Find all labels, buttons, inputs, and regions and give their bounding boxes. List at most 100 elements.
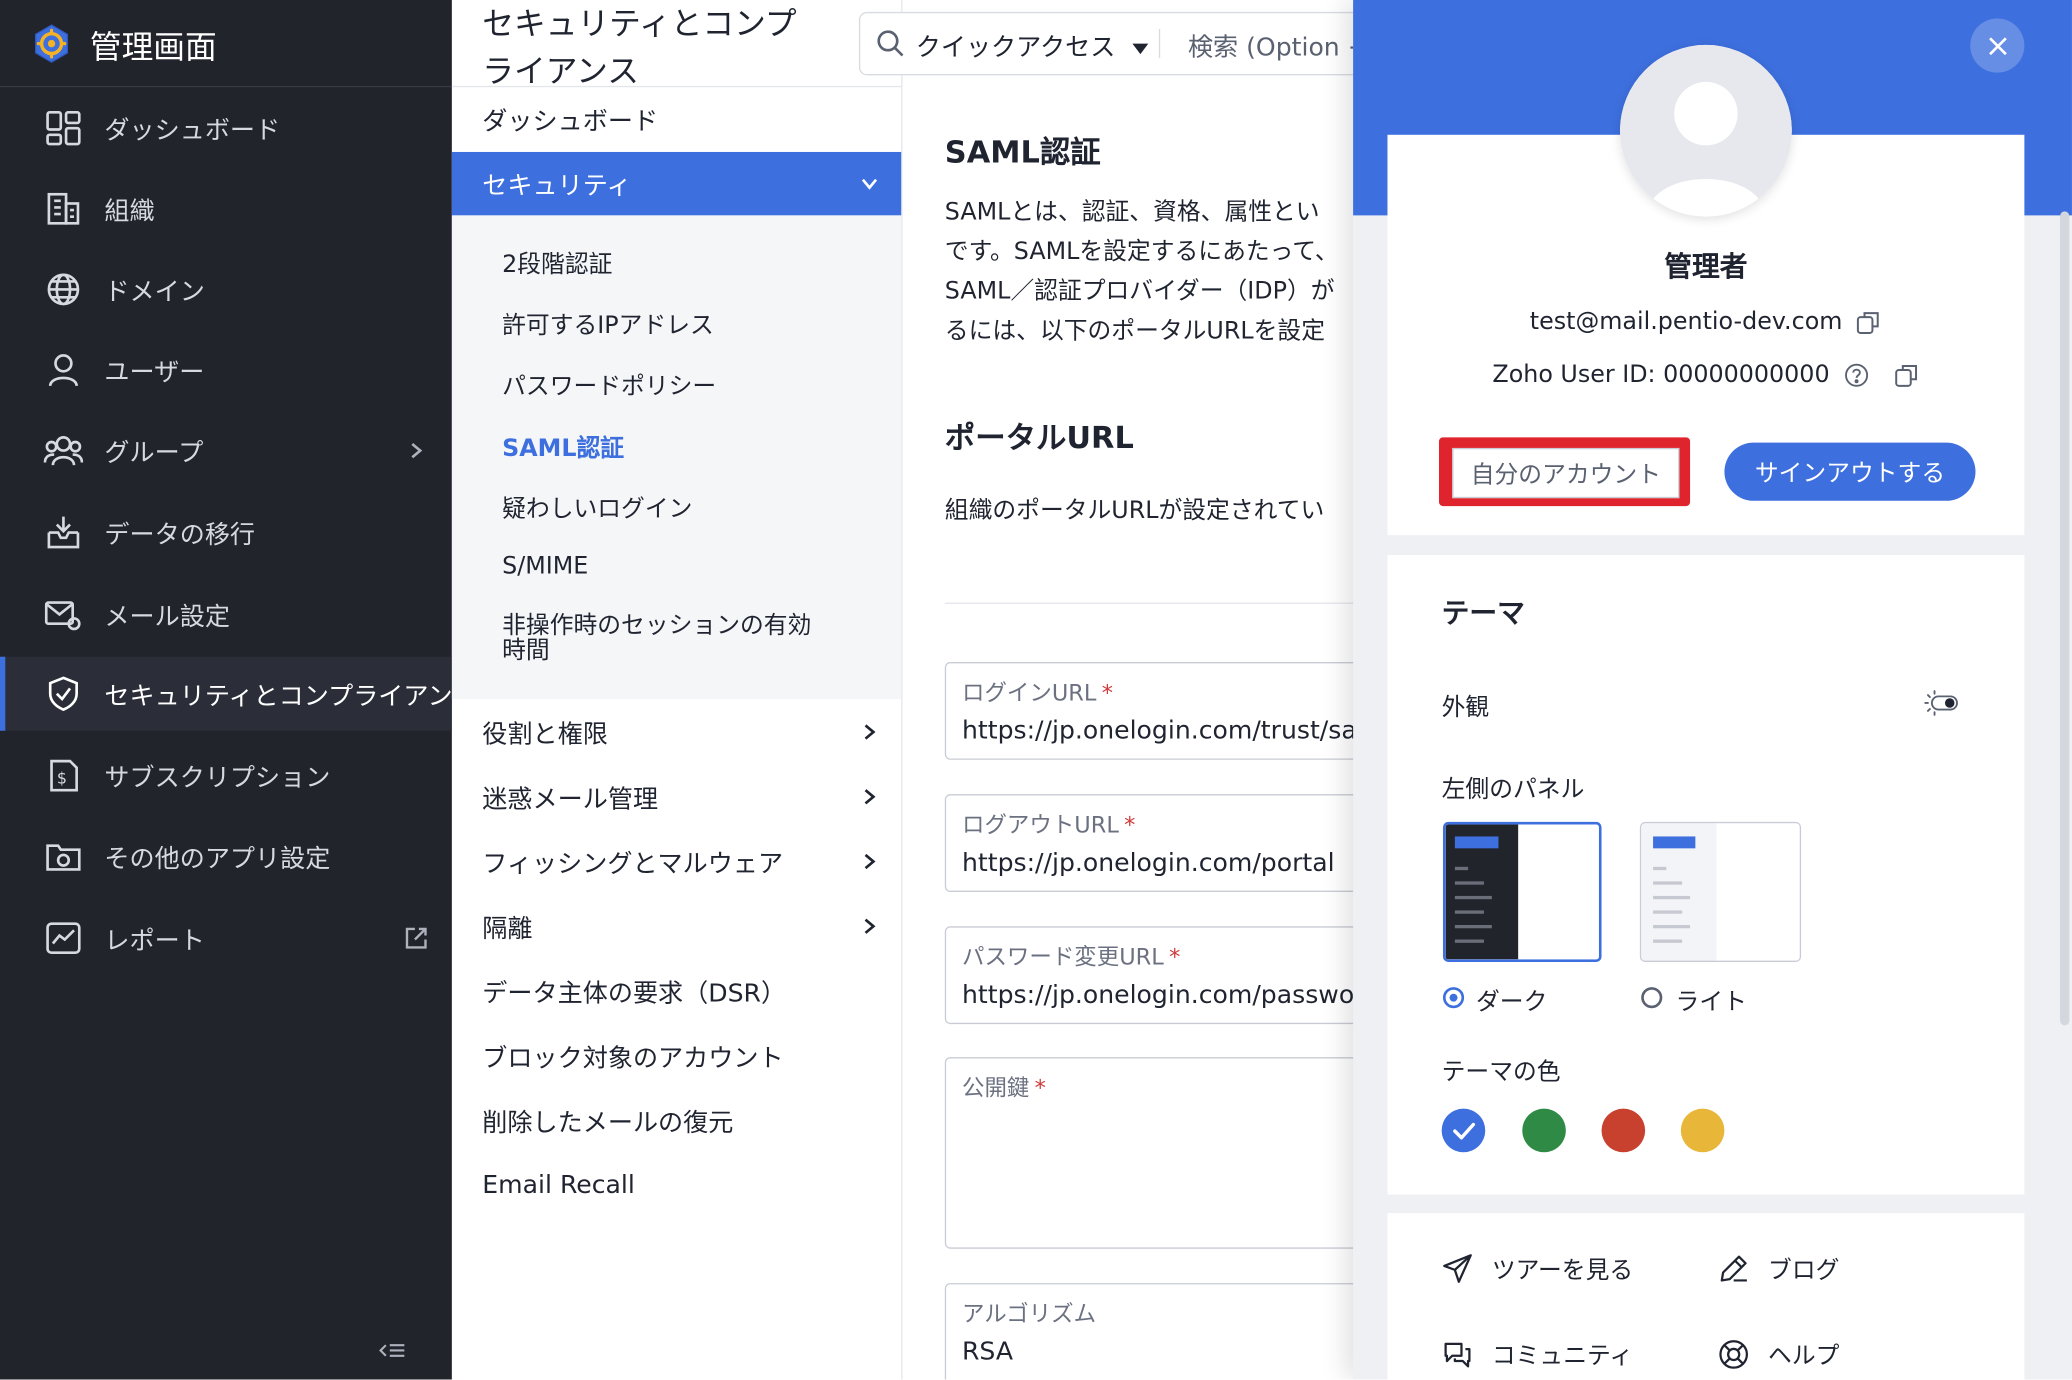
submenu-item-label: Email Recall <box>482 1170 635 1200</box>
sidebar-item-label: ドメイン <box>104 276 205 306</box>
submenu-quarantine[interactable]: 隔離 <box>452 895 901 958</box>
sidebar-item-domain[interactable]: ドメイン <box>0 252 452 326</box>
chevron-right-icon <box>856 913 882 939</box>
billing-icon: $ <box>44 756 84 796</box>
submenu-email-recall[interactable]: Email Recall <box>452 1154 901 1217</box>
submenu-dsr[interactable]: データ主体の要求（DSR） <box>452 959 901 1022</box>
submenu-allowed-ip[interactable]: 許可するIPアドレス <box>502 307 714 341</box>
sign-out-button[interactable]: サインアウトする <box>1724 442 1976 501</box>
sidebar-item-groups[interactable]: グループ <box>0 414 452 488</box>
submenu-blocked-accounts[interactable]: ブロック対象のアカウント <box>452 1024 901 1087</box>
field-label: アルゴリズム <box>961 1301 1097 1329</box>
collapse-sidebar-icon[interactable] <box>378 1339 407 1363</box>
light-radio[interactable] <box>1641 987 1663 1009</box>
portal-url-heading: ポータルURL <box>944 421 1134 456</box>
submenu-spam[interactable]: 迷惑メール管理 <box>452 765 901 828</box>
panel-scrollbar[interactable] <box>2060 211 2070 1026</box>
sidebar-item-other-apps[interactable]: その他のアプリ設定 <box>0 819 452 893</box>
sidebar-item-organization[interactable]: 組織 <box>0 172 452 246</box>
search-icon <box>877 30 904 57</box>
portal-url-description: 組織のポータルURLが設定されてい <box>944 496 1325 525</box>
dark-radio[interactable] <box>1442 987 1465 1009</box>
community-link-label: コミュニティ <box>1491 1342 1634 1371</box>
submenu-idle-session[interactable]: 非操作時のセッションの有効 時間 <box>502 613 811 663</box>
chevron-down-icon <box>856 170 882 196</box>
paper-plane-icon <box>1443 1254 1472 1283</box>
help-circle-icon[interactable] <box>1843 361 1869 387</box>
submenu-password-policy[interactable]: パスワードポリシー <box>502 367 716 401</box>
search-bar[interactable]: クイックアクセス 検索 (Option + <box>858 11 1391 76</box>
blog-link[interactable]: ブログ <box>1718 1251 1839 1285</box>
dark-panel-option[interactable] <box>1442 821 1602 962</box>
color-swatch-blue[interactable] <box>1441 1108 1486 1153</box>
algorithm-value[interactable]: RSA <box>962 1337 1013 1366</box>
sidebar-item-security-compliance[interactable]: セキュリティとコンプライアンス <box>0 656 477 731</box>
external-link-icon[interactable] <box>402 924 431 953</box>
tour-link-label: ツアーを見る <box>1491 1256 1634 1285</box>
saml-description-line: です。SAMLを設定するにあたって、 <box>944 237 1339 266</box>
copy-icon[interactable] <box>1893 361 1919 387</box>
submenu-item-label: 隔離 <box>482 913 533 943</box>
submenu-item-label: セキュリティ <box>482 171 632 201</box>
quick-access-label: クイックアクセス <box>915 33 1116 63</box>
report-chart-icon <box>44 918 84 958</box>
submenu-item-label: フィッシングとマルウェア <box>482 848 784 879</box>
submenu-roles[interactable]: 役割と権限 <box>452 700 901 763</box>
logout-url-value[interactable]: https://jp.onelogin.com/portal <box>962 848 1335 877</box>
submenu-saml-auth[interactable]: SAML認証 <box>502 429 624 463</box>
sidebar-item-subscription[interactable]: $ サブスクリプション <box>0 739 452 813</box>
password-change-url-value[interactable]: https://jp.onelogin.com/password <box>962 980 1380 1009</box>
community-link[interactable]: コミュニティ <box>1442 1337 1633 1371</box>
light-label: ライト <box>1675 988 1747 1017</box>
close-panel-button[interactable] <box>1970 18 2025 73</box>
submenu-phishing[interactable]: フィッシングとマルウェア <box>452 830 901 893</box>
submenu-restore-deleted-mail[interactable]: 削除したメールの復元 <box>452 1089 901 1152</box>
pencil-icon <box>1720 1255 1747 1282</box>
submenu-dashboard[interactable]: ダッシュボード <box>452 87 901 150</box>
submenu-suspicious-login[interactable]: 疑わしいログイン <box>502 490 692 524</box>
light-panel-option[interactable] <box>1639 821 1802 962</box>
tour-link[interactable]: ツアーを見る <box>1442 1251 1633 1285</box>
search-input[interactable]: 検索 (Option + <box>1188 28 1369 64</box>
login-url-value[interactable]: https://jp.onelogin.com/trust/saml <box>962 716 1388 745</box>
login-url-field[interactable]: ログインURL * https://jp.onelogin.com/trust/s… <box>944 662 1388 760</box>
color-swatch-yellow[interactable] <box>1680 1108 1725 1153</box>
shield-check-icon <box>44 674 84 714</box>
submenu-smime[interactable]: S/MIME <box>502 552 588 580</box>
logout-url-field[interactable]: ログアウトURL * https://jp.onelogin.com/portal <box>944 794 1384 892</box>
avatar[interactable] <box>1620 44 1792 217</box>
saml-description-line: るには、以下のポータルURLを設定 <box>944 317 1325 345</box>
appearance-toggle-icon[interactable] <box>1924 687 1958 719</box>
copy-icon[interactable] <box>1856 309 1882 335</box>
sidebar-item-label: セキュリティとコンプライアンス <box>104 681 478 711</box>
dark-label: ダーク <box>1476 988 1548 1017</box>
chevron-right-icon <box>856 784 882 810</box>
active-indicator <box>0 656 6 731</box>
quick-access-dropdown[interactable]: クイックアクセス <box>916 28 1150 64</box>
mail-settings-icon <box>44 595 84 635</box>
submenu-item-label: 時間 <box>502 636 550 665</box>
content-divider <box>944 602 1368 604</box>
color-swatch-green[interactable] <box>1522 1108 1566 1153</box>
password-change-url-field[interactable]: パスワード変更URL * https://jp.onelogin.com/pass… <box>944 926 1384 1025</box>
sidebar-brand[interactable]: 管理画面 <box>29 21 217 66</box>
sidebar-item-reports[interactable]: レポート <box>0 901 452 975</box>
my-account-button[interactable]: 自分のアカウント <box>1452 447 1680 499</box>
submenu-item-label: 削除したメールの復元 <box>482 1107 734 1138</box>
sidebar-item-label: 組織 <box>104 196 155 226</box>
close-icon <box>1988 36 2007 55</box>
sidebar-item-users[interactable]: ユーザー <box>0 333 452 407</box>
algorithm-field[interactable]: アルゴリズム RSA <box>944 1283 1384 1380</box>
sidebar-item-migration[interactable]: データの移行 <box>0 496 452 570</box>
submenu-security[interactable]: セキュリティ <box>451 151 902 216</box>
sidebar-divider <box>0 85 452 88</box>
help-link[interactable]: ヘルプ <box>1718 1337 1839 1371</box>
color-swatch-red[interactable] <box>1601 1108 1646 1153</box>
public-key-field[interactable]: 公開鍵 * <box>944 1057 1384 1249</box>
sidebar-item-label: ユーザー <box>104 357 205 387</box>
check-icon <box>1452 1122 1475 1139</box>
submenu-2fa[interactable]: 2段階認証 <box>502 246 612 280</box>
sidebar-item-mail-settings[interactable]: メール設定 <box>0 577 452 651</box>
building-icon <box>44 189 84 229</box>
sidebar-item-dashboard[interactable]: ダッシュボード <box>0 91 452 165</box>
